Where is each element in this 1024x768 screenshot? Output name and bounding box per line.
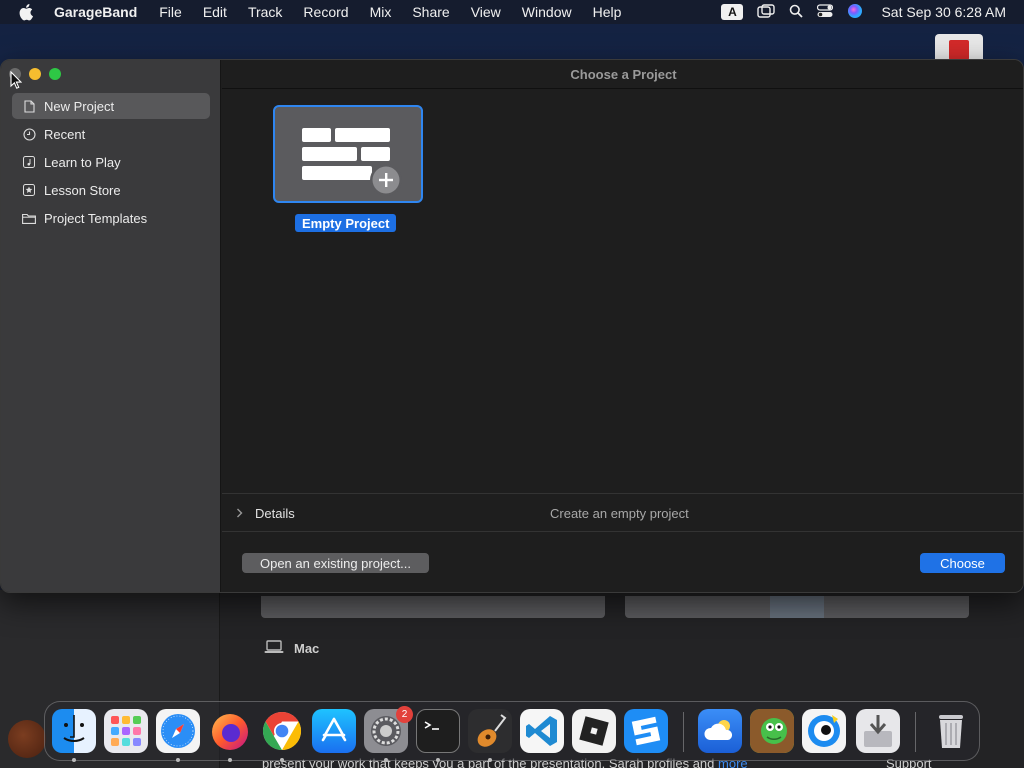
sidebar-item-label: Learn to Play xyxy=(44,154,121,170)
background-card xyxy=(625,596,969,618)
input-source-indicator[interactable]: A xyxy=(721,4,744,20)
running-indicator xyxy=(176,758,180,762)
dialog-sidebar: New Project Recent Learn to Play Lesson … xyxy=(1,60,221,592)
menu-bar: GarageBand File Edit Track Record Mix Sh… xyxy=(0,0,1024,24)
wheres-my-water-icon[interactable] xyxy=(750,709,794,753)
sidebar-item-label: Recent xyxy=(44,126,86,142)
background-app-icon xyxy=(935,34,983,60)
system-settings-icon[interactable]: 2 xyxy=(364,706,413,753)
running-indicator xyxy=(384,758,388,762)
menu-mix[interactable]: Mix xyxy=(370,4,392,20)
menu-window[interactable]: Window xyxy=(522,4,572,20)
dock-separator xyxy=(683,712,684,752)
choose-button[interactable]: Choose xyxy=(920,553,1005,573)
sidebar-item-label: New Project xyxy=(44,98,115,114)
choose-project-dialog: New Project Recent Learn to Play Lesson … xyxy=(0,59,1024,593)
background-mac-heading: Mac xyxy=(264,640,319,657)
menu-clock[interactable]: Sat Sep 30 6:28 AM xyxy=(881,4,1006,20)
open-existing-project-button[interactable]: Open an existing project... xyxy=(242,553,429,573)
folder-icon xyxy=(22,211,36,225)
terminal-icon[interactable] xyxy=(416,709,460,753)
proxyman-icon[interactable] xyxy=(802,709,846,753)
zoom-button[interactable] xyxy=(49,68,61,80)
roblox-studio-icon[interactable] xyxy=(624,709,668,753)
downloads-stack-icon[interactable] xyxy=(856,709,900,753)
app-store-icon[interactable] xyxy=(312,709,356,753)
details-bar: Details Create an empty project xyxy=(222,493,1023,533)
running-indicator xyxy=(436,758,440,762)
background-card xyxy=(261,596,605,618)
menu-help[interactable]: Help xyxy=(593,4,622,20)
menu-view[interactable]: View xyxy=(471,4,501,20)
roblox-icon[interactable] xyxy=(572,709,616,753)
notification-badge: 2 xyxy=(396,706,413,723)
firefox-icon[interactable] xyxy=(208,709,252,753)
dock-separator xyxy=(915,712,916,752)
sidebar-item-label: Project Templates xyxy=(44,210,148,226)
menu-record[interactable]: Record xyxy=(303,4,348,20)
trash-icon[interactable] xyxy=(929,709,973,753)
sidebar-item-learn-to-play[interactable]: Learn to Play xyxy=(12,149,210,175)
project-description: Create an empty project xyxy=(550,506,689,521)
running-indicator xyxy=(228,758,232,762)
divider xyxy=(222,88,1023,89)
control-center-icon[interactable] xyxy=(817,3,834,21)
launchpad-icon[interactable] xyxy=(104,709,148,753)
running-indicator xyxy=(72,758,76,762)
running-indicator xyxy=(488,758,492,762)
empty-project-label[interactable]: Empty Project xyxy=(295,214,397,232)
dock: 2 xyxy=(44,701,980,762)
music-note-icon xyxy=(22,155,36,169)
menu-edit[interactable]: Edit xyxy=(203,4,227,20)
details-label: Details xyxy=(255,506,295,521)
laptop-icon xyxy=(264,640,284,657)
sidebar-list: New Project Recent Learn to Play Lesson … xyxy=(12,93,210,233)
garageband-icon[interactable] xyxy=(468,709,512,753)
menu-file[interactable]: File xyxy=(159,4,182,20)
weather-icon[interactable] xyxy=(698,709,742,753)
finder-icon[interactable] xyxy=(52,709,96,753)
running-indicator xyxy=(280,758,284,762)
safari-icon[interactable] xyxy=(156,709,200,753)
empty-project-icon xyxy=(302,128,402,196)
menu-track[interactable]: Track xyxy=(248,4,282,20)
star-icon xyxy=(22,183,36,197)
vscode-icon[interactable] xyxy=(520,709,564,753)
chevron-right-icon xyxy=(236,506,243,521)
app-menu[interactable]: GarageBand xyxy=(54,4,137,20)
sidebar-item-recent[interactable]: Recent xyxy=(12,121,210,147)
mac-label: Mac xyxy=(294,641,320,656)
chrome-icon[interactable] xyxy=(260,709,304,753)
details-toggle[interactable]: Details xyxy=(236,494,295,533)
sidebar-item-project-templates[interactable]: Project Templates xyxy=(12,205,210,231)
siri-icon[interactable] xyxy=(847,3,863,22)
apple-menu-icon[interactable] xyxy=(18,0,38,24)
sidebar-item-label: Lesson Store xyxy=(44,182,121,198)
mouse-cursor-icon xyxy=(10,70,23,95)
screen-mirroring-icon[interactable] xyxy=(757,3,776,21)
clock-icon xyxy=(22,127,36,141)
desktop-football-icon xyxy=(8,720,46,758)
minimize-button[interactable] xyxy=(29,68,41,80)
sidebar-item-lesson-store[interactable]: Lesson Store xyxy=(12,177,210,203)
sidebar-item-new-project[interactable]: New Project xyxy=(12,93,210,119)
spotlight-search-icon[interactable] xyxy=(789,4,804,21)
empty-project-tile[interactable] xyxy=(273,105,423,203)
dialog-main: Choose a Project Empty Project Details C… xyxy=(222,60,1023,592)
menu-share[interactable]: Share xyxy=(412,4,449,20)
document-icon xyxy=(22,99,36,113)
dialog-title: Choose a Project xyxy=(570,66,677,82)
